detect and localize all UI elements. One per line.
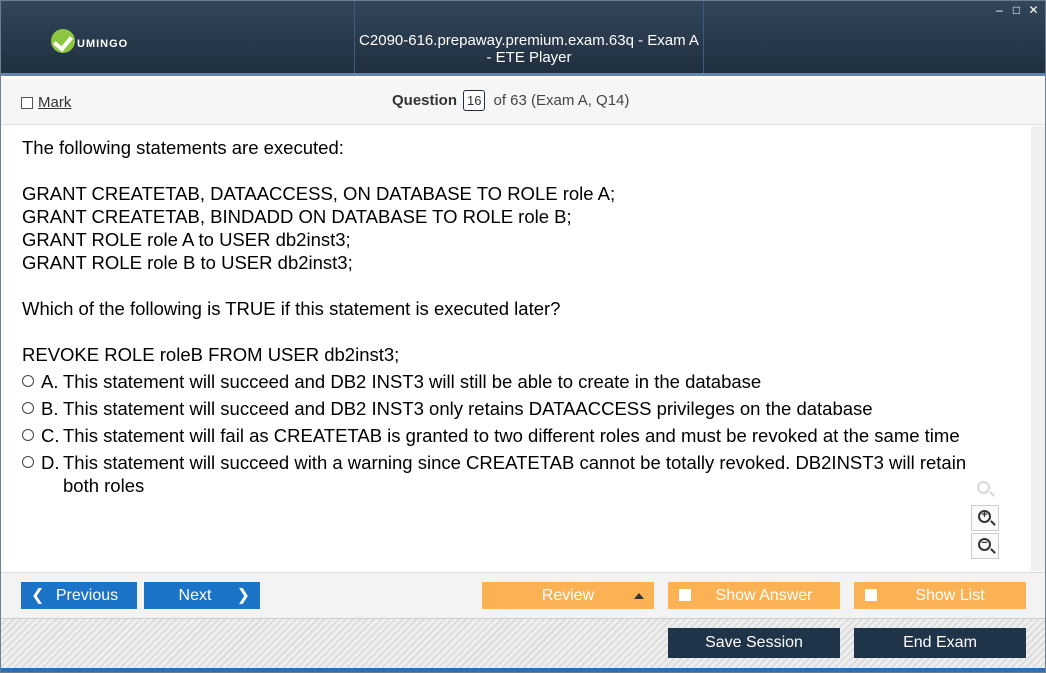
navigation-bar: ❮ Previous Next ❯ Review Show Answer Sho…	[1, 572, 1045, 618]
logo-text: UMINGO	[77, 38, 129, 50]
option-letter: B.	[41, 398, 59, 419]
window-title: C2090-616.prepaway.premium.exam.63q - Ex…	[359, 32, 699, 66]
save-session-button[interactable]: Save Session	[668, 628, 840, 658]
minimize-button[interactable]: –	[994, 4, 1005, 16]
answer-option-c[interactable]: C. This statement will fail as CREATETAB…	[22, 424, 1031, 447]
question-line: GRANT ROLE role B to USER db2inst3;	[22, 252, 353, 273]
close-button[interactable]: ✕	[1028, 4, 1039, 16]
question-line: GRANT CREATETAB, DATAACCESS, ON DATABASE…	[22, 183, 616, 204]
zoom-out-icon: −	[978, 537, 991, 551]
checkbox-icon[interactable]	[679, 589, 691, 601]
next-button[interactable]: Next ❯	[144, 582, 260, 609]
previous-button[interactable]: ❮ Previous	[21, 582, 137, 609]
question-line: GRANT ROLE role A to USER db2inst3;	[22, 229, 351, 250]
question-header: Mark Question 16 of 63 (Exam A, Q14)	[1, 79, 1045, 125]
maximize-button[interactable]: □	[1011, 4, 1022, 16]
option-text[interactable]: This statement will succeed with a warni…	[63, 451, 1003, 497]
mark-checkbox[interactable]: Mark	[21, 94, 71, 111]
mark-label[interactable]: Mark	[38, 94, 71, 111]
option-letter: D.	[41, 452, 60, 473]
title-bar: UMINGO C2090-616.prepaway.premium.exam.6…	[1, 1, 1045, 76]
review-label: Review	[541, 586, 595, 604]
answer-option-b[interactable]: B. This statement will succeed and DB2 I…	[22, 397, 1031, 420]
question-line	[22, 159, 1031, 182]
question-line	[22, 274, 1031, 297]
ete-player-window: UMINGO C2090-616.prepaway.premium.exam.6…	[0, 0, 1046, 673]
question-body: The following statements are executed: G…	[1, 126, 1031, 571]
vertical-scrollbar[interactable]	[1031, 126, 1045, 571]
review-button[interactable]: Review	[482, 582, 654, 609]
next-label: Next	[178, 586, 212, 604]
option-letter: A.	[41, 371, 59, 392]
show-answer-label: Show Answer	[715, 586, 813, 604]
chevron-left-icon: ❮	[31, 587, 45, 604]
radio-button[interactable]	[22, 375, 34, 387]
chevron-right-icon: ❯	[236, 587, 250, 604]
end-exam-button[interactable]: End Exam	[854, 628, 1026, 658]
magnifier-icon	[977, 481, 990, 494]
show-list-button[interactable]: Show List	[854, 582, 1026, 609]
previous-label: Previous	[55, 586, 119, 604]
question-counter: Question 16 of 63 (Exam A, Q14)	[392, 90, 629, 111]
zoom-reset-button[interactable]	[971, 477, 999, 503]
question-number-input[interactable]: 16	[463, 90, 486, 111]
footer-bar: Save Session End Exam	[1, 618, 1045, 668]
zoom-tools: + −	[971, 477, 1001, 561]
question-line: Which of the following is TRUE if this s…	[22, 298, 561, 319]
question-label: Question	[392, 92, 458, 109]
caret-up-icon[interactable]	[634, 593, 644, 599]
radio-button[interactable]	[22, 456, 34, 468]
show-answer-button[interactable]: Show Answer	[668, 582, 840, 609]
zoom-out-button[interactable]: −	[971, 533, 999, 559]
checkmark-icon	[51, 29, 75, 53]
window-controls: – □ ✕	[994, 4, 1039, 16]
question-line: REVOKE ROLE roleB FROM USER db2inst3;	[22, 344, 400, 365]
question-line	[22, 320, 1031, 343]
question-total: of 63 (Exam A, Q14)	[493, 92, 630, 109]
option-letter: C.	[41, 425, 60, 446]
bottom-accent-line	[1, 668, 1045, 672]
title-divider	[703, 1, 704, 73]
checkbox-icon[interactable]	[865, 589, 877, 601]
option-text[interactable]: This statement will fail as CREATETAB is…	[63, 424, 1003, 447]
show-list-label: Show List	[915, 586, 985, 604]
zoom-in-button[interactable]: +	[971, 505, 999, 531]
question-line: The following statements are executed:	[22, 137, 344, 158]
option-text[interactable]: This statement will succeed and DB2 INST…	[63, 370, 1003, 393]
answer-option-d[interactable]: D. This statement will succeed with a wa…	[22, 451, 1031, 497]
checkbox-icon[interactable]	[21, 96, 33, 109]
vumingo-logo: UMINGO	[51, 28, 128, 54]
radio-button[interactable]	[22, 429, 34, 441]
question-line: GRANT CREATETAB, BINDADD ON DATABASE TO …	[22, 206, 572, 227]
radio-button[interactable]	[22, 402, 34, 414]
option-text[interactable]: This statement will succeed and DB2 INST…	[63, 397, 1003, 420]
zoom-in-icon: +	[978, 509, 991, 523]
answer-option-a[interactable]: A. This statement will succeed and DB2 I…	[22, 370, 1031, 393]
